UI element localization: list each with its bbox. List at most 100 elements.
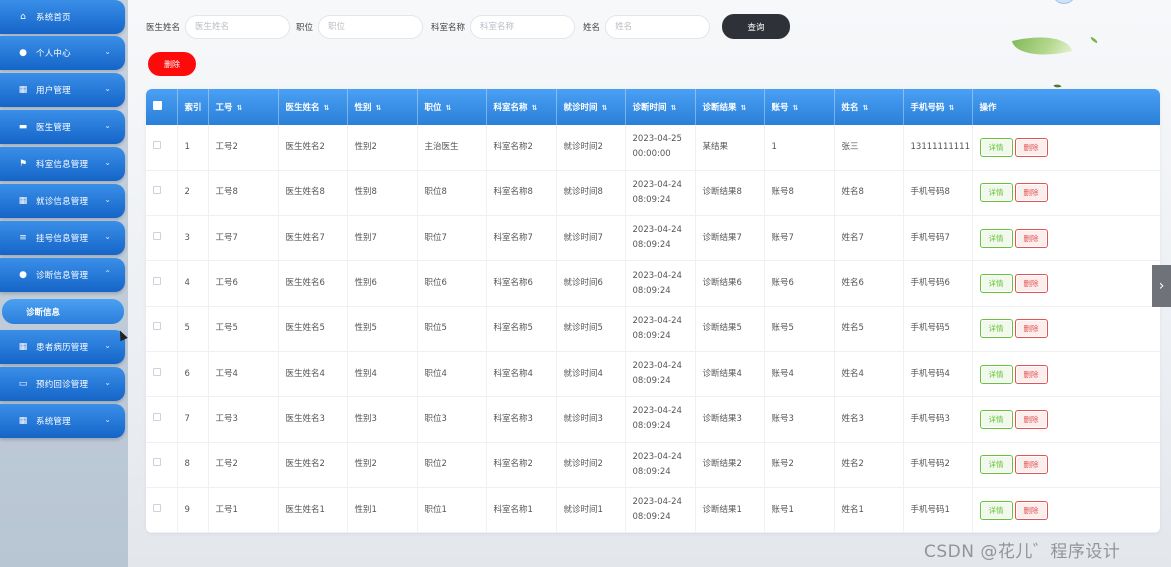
sidebar-item-label: 挂号信息管理 xyxy=(36,234,89,244)
detail-button[interactable]: 详情 xyxy=(979,228,1013,248)
delete-row-button[interactable]: 删除 xyxy=(1014,274,1048,294)
sort-icon[interactable]: ⇅ xyxy=(446,104,452,112)
detail-button[interactable]: 详情 xyxy=(979,183,1013,203)
row-checkbox[interactable] xyxy=(153,277,161,286)
detail-button[interactable]: 详情 xyxy=(979,409,1013,429)
cell-position: 职位7 xyxy=(417,215,487,261)
delete-row-button[interactable]: 删除 xyxy=(1014,183,1048,203)
sort-icon[interactable]: ⇅ xyxy=(671,104,677,112)
detail-button[interactable]: 详情 xyxy=(979,364,1013,384)
sidebar-item-1[interactable]: ● 个人中心 ⌄ xyxy=(0,36,125,70)
delete-row-button[interactable]: 删除 xyxy=(1014,228,1048,248)
sidebar-item-4[interactable]: ⚑ 科室信息管理 ⌄ xyxy=(0,147,125,181)
column-header-4[interactable]: 性别 ⇅ xyxy=(347,89,418,125)
chat-icon: ▬ xyxy=(18,121,28,132)
sort-icon[interactable]: ⇅ xyxy=(863,104,869,112)
column-header-label: 姓名 xyxy=(841,103,859,113)
row-checkbox[interactable] xyxy=(153,412,161,421)
cell-diag-time: 2023-04-24 08:09:24 xyxy=(625,351,696,397)
row-select-cell xyxy=(146,170,178,216)
delete-row-button[interactable]: 删除 xyxy=(1014,455,1048,475)
sidebar-item-8[interactable]: ▦ 患者病历管理 ⌄ xyxy=(0,330,125,364)
detail-button[interactable]: 详情 xyxy=(979,500,1013,520)
row-checkbox[interactable] xyxy=(153,140,161,149)
name-input[interactable] xyxy=(605,15,711,39)
doctor-name-input[interactable] xyxy=(185,15,291,39)
detail-button[interactable]: 详情 xyxy=(979,137,1013,157)
sidebar-item-0[interactable]: ⌂ 系统首页 xyxy=(0,0,125,34)
delete-row-button[interactable]: 删除 xyxy=(1014,319,1048,339)
department-input[interactable] xyxy=(470,15,576,39)
delete-row-button[interactable]: 删除 xyxy=(1014,364,1048,384)
column-header-5[interactable]: 职位 ⇅ xyxy=(417,89,487,125)
cell-name: 姓名7 xyxy=(834,215,904,261)
delete-row-button[interactable]: 删除 xyxy=(1014,137,1048,157)
sidebar-item-6[interactable]: ≡ 挂号信息管理 ⌄ xyxy=(0,221,125,255)
detail-button[interactable]: 详情 xyxy=(979,319,1013,339)
row-checkbox[interactable] xyxy=(153,231,161,240)
batch-delete-button[interactable]: 删除 xyxy=(148,52,196,76)
sort-icon[interactable]: ⇅ xyxy=(376,104,382,112)
sort-icon[interactable]: ⇅ xyxy=(532,104,538,112)
side-collapse-tab[interactable]: › xyxy=(1152,265,1171,307)
sort-icon[interactable]: ⇅ xyxy=(793,104,799,112)
sort-icon[interactable]: ⇅ xyxy=(237,104,243,112)
cell-result: 诊断结果7 xyxy=(695,215,765,261)
sidebar-item-label: 就诊信息管理 xyxy=(36,197,89,207)
cell-account: 账号7 xyxy=(764,215,835,261)
cell-account: 账号4 xyxy=(764,351,835,397)
column-header-9[interactable]: 诊断结果 ⇅ xyxy=(695,89,765,125)
row-checkbox[interactable] xyxy=(153,503,161,512)
cell-job-no: 工号2 xyxy=(208,125,279,171)
select-all-checkbox[interactable] xyxy=(153,101,162,110)
submenu-item-diagnosis-info[interactable]: 诊断信息 xyxy=(2,299,124,324)
row-checkbox[interactable] xyxy=(153,367,161,376)
delete-row-button[interactable]: 删除 xyxy=(1014,500,1048,520)
sort-icon[interactable]: ⇅ xyxy=(602,104,608,112)
column-header-10[interactable]: 账号 ⇅ xyxy=(764,89,835,125)
column-header-2[interactable]: 工号 ⇅ xyxy=(208,89,279,125)
sidebar-item-10[interactable]: ▦ 系统管理 ⌄ xyxy=(0,404,125,438)
row-checkbox[interactable] xyxy=(153,458,161,467)
sort-icon[interactable]: ⇅ xyxy=(324,104,330,112)
column-header-label: 手机号码 xyxy=(910,103,945,113)
column-header-6[interactable]: 科室名称 ⇅ xyxy=(486,89,557,125)
column-header-label: 账号 xyxy=(771,103,789,113)
cell-job-no: 工号8 xyxy=(208,170,279,216)
column-header-label: 工号 xyxy=(215,103,233,113)
cell-position: 职位4 xyxy=(417,351,487,397)
cell-name: 姓名1 xyxy=(834,487,904,533)
column-header-11[interactable]: 姓名 ⇅ xyxy=(834,89,904,125)
cell-diag-time: 2023-04-24 08:09:24 xyxy=(625,170,696,216)
sidebar-item-label: 预约回诊管理 xyxy=(36,380,89,390)
cell-name: 张三 xyxy=(834,125,904,171)
position-input[interactable] xyxy=(318,15,424,39)
table-header-row: 索引 工号 ⇅ 医生姓名 ⇅ 性别 ⇅ 职位 ⇅ 科室名称 ⇅ 就诊时间 ⇅ 诊断时间 ⇅ 诊断结果 ⇅ 账号 ⇅ 姓… xyxy=(146,89,1160,125)
sidebar-item-9[interactable]: ▭ 预约回诊管理 ⌄ xyxy=(0,367,125,401)
sidebar-item-3[interactable]: ▬ 医生管理 ⌄ xyxy=(0,110,125,144)
detail-button[interactable]: 详情 xyxy=(979,455,1013,475)
grid-icon: ▦ xyxy=(18,195,28,206)
delete-row-button[interactable]: 删除 xyxy=(1014,409,1048,429)
column-header-label: 诊断结果 xyxy=(702,103,737,113)
query-button[interactable]: 查询 xyxy=(722,14,790,39)
row-checkbox[interactable] xyxy=(153,322,161,331)
column-header-7[interactable]: 就诊时间 ⇅ xyxy=(556,89,626,125)
actions-cell: 详情 删除 xyxy=(972,442,1160,487)
detail-button[interactable]: 详情 xyxy=(979,274,1013,294)
cell-diag-time: 2023-04-24 08:09:24 xyxy=(625,215,696,261)
sidebar-item-5[interactable]: ▦ 就诊信息管理 ⌄ xyxy=(0,184,125,218)
column-header-12[interactable]: 手机号码 ⇅ xyxy=(903,89,973,125)
cell-position: 职位2 xyxy=(417,442,487,488)
sort-icon[interactable]: ⇅ xyxy=(741,104,747,112)
sort-icon[interactable]: ⇅ xyxy=(949,104,955,112)
sidebar-item-2[interactable]: ▦ 用户管理 ⌄ xyxy=(0,73,125,107)
cell-result: 诊断结果6 xyxy=(695,260,765,307)
row-checkbox[interactable] xyxy=(153,186,161,195)
cell-dept: 科室名称8 xyxy=(486,170,557,216)
sidebar-item-7[interactable]: ● 诊断信息管理 ⌃ xyxy=(0,258,125,292)
column-header-label: 科室名称 xyxy=(493,103,528,113)
column-header-8[interactable]: 诊断时间 ⇅ xyxy=(625,89,696,125)
cell-gender: 性别2 xyxy=(347,442,418,488)
column-header-3[interactable]: 医生姓名 ⇅ xyxy=(278,89,348,125)
